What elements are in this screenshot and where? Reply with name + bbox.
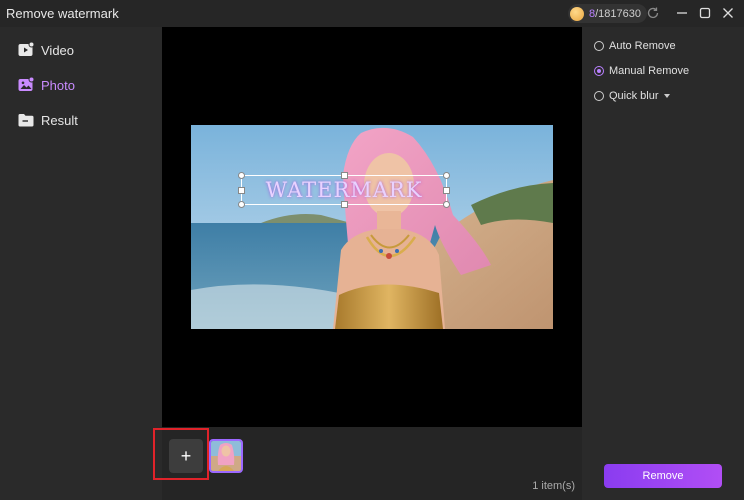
resize-handle-top[interactable] [341, 172, 348, 179]
sidebar-item-photo[interactable]: Photo [0, 70, 162, 100]
thumbnail-strip: + 1 item(s) [162, 427, 582, 500]
title-bar: Remove watermark 8/1817630 [0, 0, 744, 27]
window-title: Remove watermark [6, 6, 119, 21]
video-icon [16, 40, 36, 60]
photo-image [191, 125, 553, 329]
watermark-text: WATERMARK [265, 178, 423, 202]
sidebar-item-result[interactable]: Result [0, 105, 162, 135]
radio-quick-blur[interactable] [594, 91, 604, 101]
item-count: 1 item(s) [532, 480, 575, 492]
refresh-icon[interactable] [644, 4, 662, 22]
credits-text: 8/1817630 [589, 8, 641, 20]
option-quick-blur[interactable]: Quick blur [594, 87, 670, 105]
folder-icon [16, 110, 36, 130]
options-panel: Auto Remove Manual Remove Quick blur Rem… [582, 27, 744, 500]
credits-total: /1817630 [595, 7, 642, 20]
sidebar-item-label: Photo [41, 77, 75, 93]
chevron-down-icon[interactable] [663, 94, 670, 98]
option-label: Quick blur [609, 90, 659, 102]
minimize-icon[interactable] [673, 4, 691, 22]
radio-auto-remove[interactable] [594, 41, 604, 51]
thumbnail-item[interactable] [209, 439, 243, 473]
sidebar-item-label: Result [41, 112, 78, 128]
resize-handle-right[interactable] [443, 187, 450, 194]
option-manual-remove[interactable]: Manual Remove [594, 62, 689, 80]
sidebar-item-video[interactable]: Video [0, 35, 162, 65]
resize-handle-bottom[interactable] [341, 201, 348, 208]
photo-icon [16, 75, 36, 95]
resize-handle-bottom-left[interactable] [238, 201, 245, 208]
resize-handle-left[interactable] [238, 187, 245, 194]
credits-badge[interactable]: 8/1817630 [568, 4, 648, 23]
resize-handle-top-right[interactable] [443, 172, 450, 179]
option-label: Manual Remove [609, 65, 690, 77]
watermark-selection-box[interactable]: WATERMARK [238, 172, 450, 208]
preview-photo [191, 125, 553, 329]
coin-icon [570, 6, 584, 21]
close-icon[interactable] [719, 4, 737, 22]
maximize-icon[interactable] [696, 4, 714, 22]
sidebar-item-label: Video [41, 42, 75, 58]
preview-canvas: WATERMARK [162, 27, 582, 427]
thumbnail-image [211, 441, 241, 471]
option-label: Auto Remove [609, 40, 676, 52]
add-file-button[interactable]: + [169, 439, 203, 473]
resize-handle-bottom-right[interactable] [443, 201, 450, 208]
sidebar: Video Photo Result [0, 27, 162, 500]
resize-handle-top-left[interactable] [238, 172, 245, 179]
remove-button[interactable]: Remove [604, 464, 722, 488]
radio-manual-remove[interactable] [594, 66, 604, 76]
option-auto-remove[interactable]: Auto Remove [594, 37, 676, 55]
